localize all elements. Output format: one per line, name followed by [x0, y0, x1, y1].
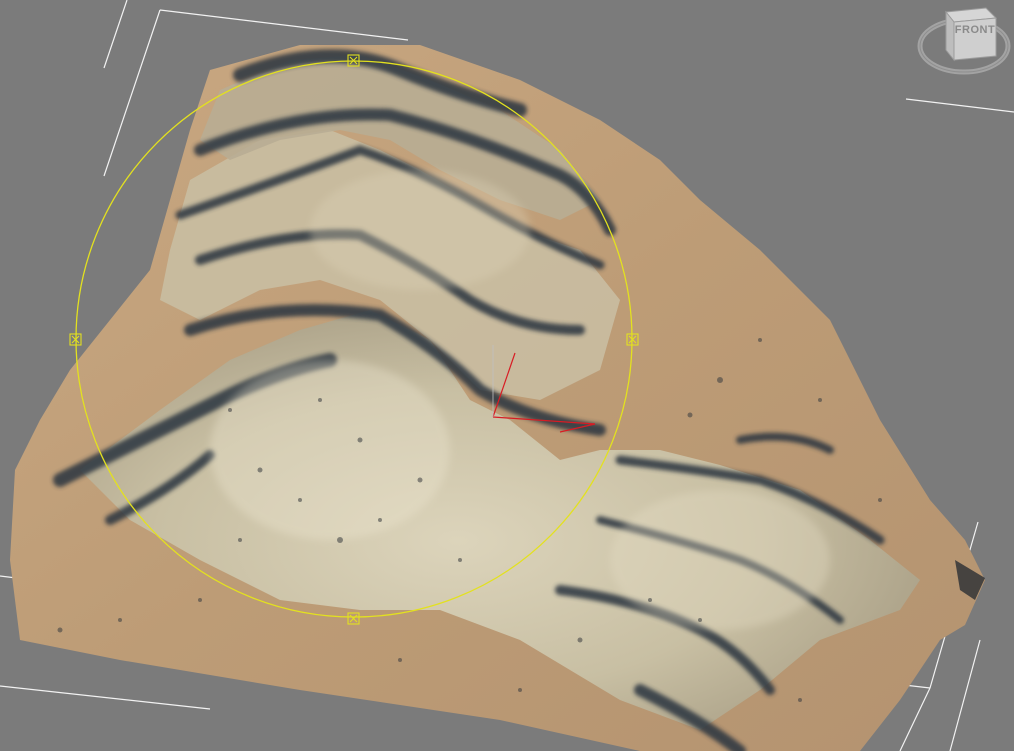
- scene-canvas[interactable]: [0, 0, 1014, 751]
- viewcube-icon[interactable]: FRONT: [914, 0, 1014, 80]
- perspective-viewport[interactable]: FRONT: [0, 0, 1014, 751]
- viewcube-face-label[interactable]: FRONT: [955, 24, 995, 36]
- terrain-mesh[interactable]: [10, 45, 985, 751]
